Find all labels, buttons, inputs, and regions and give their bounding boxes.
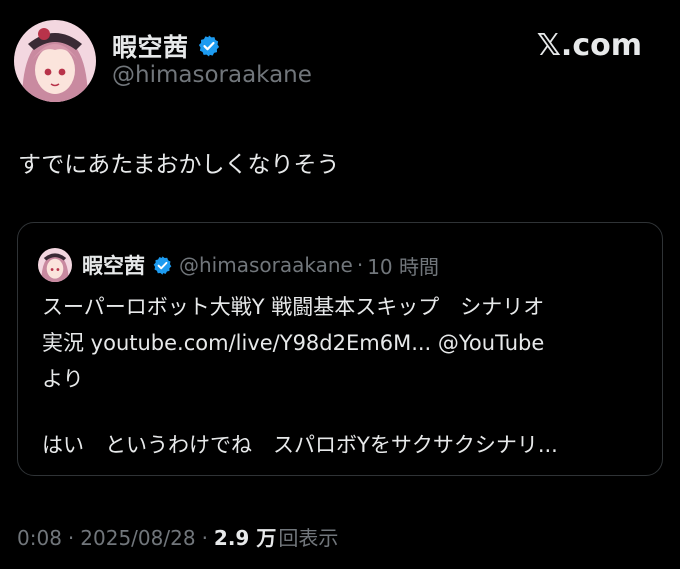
separator-dot: ·: [356, 253, 364, 277]
quoted-tweet-time[interactable]: 10 時間: [367, 251, 439, 280]
tweet-text: すでにあたまおかしくなりそう: [18, 152, 340, 178]
quoted-author-name[interactable]: 暇空茜: [82, 250, 145, 280]
author-display-name[interactable]: 暇空茜: [112, 28, 189, 64]
tweet-date[interactable]: 2025/08/28: [80, 526, 195, 550]
author-handle[interactable]: @himasoraakane: [112, 62, 312, 88]
quoted-author-handle[interactable]: @himasoraakane: [179, 253, 353, 277]
views-label: 回表示: [278, 526, 339, 550]
quoted-tweet-card[interactable]: 暇空茜 @himasoraakane · 10 時間 スーパーロボット大戦Y 戦…: [17, 222, 663, 476]
quoted-tweet-line: スーパーロボット大戦Y 戦闘基本スキップ シナリオ: [42, 295, 545, 319]
quoted-author-avatar[interactable]: [38, 248, 72, 282]
author-avatar[interactable]: [14, 20, 96, 102]
quoted-tweet-line: より: [42, 367, 84, 391]
verified-badge-icon: [153, 255, 172, 275]
anime-girl-avatar-icon: [14, 20, 96, 102]
tweet-meta: 0:08 · 2025/08/28 · 2.9 万 回表示: [17, 522, 338, 551]
separator-dot: ·: [67, 526, 75, 550]
author-name-row[interactable]: 暇空茜: [112, 28, 221, 64]
quoted-tweet-header: 暇空茜 @himasoraakane · 10 時間: [38, 248, 439, 282]
anime-girl-avatar-icon: [38, 248, 72, 282]
verified-badge-icon: [198, 35, 219, 57]
views-count: 2.9 万: [213, 526, 277, 550]
quoted-tweet-line[interactable]: 実況 youtube.com/live/Y98d2Em6M... @YouTub…: [42, 327, 544, 357]
x-logo: 𝕏.com: [536, 28, 642, 63]
separator-dot: ·: [201, 526, 208, 550]
tweet-time[interactable]: 0:08: [17, 526, 62, 550]
quoted-tweet-line: はい というわけでね スパロボYをサクサクシナリ...: [42, 433, 558, 457]
